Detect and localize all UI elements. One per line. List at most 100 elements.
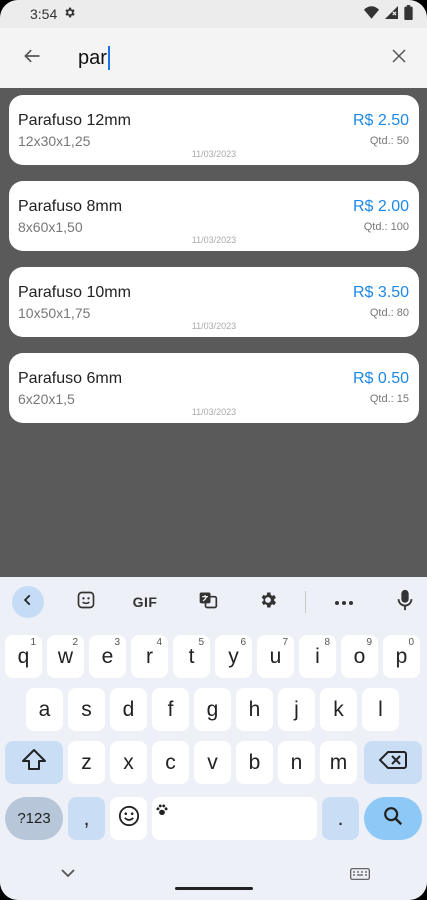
search-icon xyxy=(382,805,404,833)
product-name: Parafuso 8mm xyxy=(18,198,123,215)
chevron-down-icon xyxy=(60,866,76,883)
product-price: R$ 2.50 xyxy=(352,112,409,129)
emoji-key[interactable] xyxy=(110,797,147,840)
settings-gear-icon xyxy=(63,6,76,22)
shift-arrow-icon xyxy=(21,748,47,778)
keyboard-toolbar: GIF xyxy=(0,577,427,627)
keyboard-settings-button[interactable] xyxy=(252,586,284,618)
key-f[interactable]: f xyxy=(152,688,189,731)
toolbar-divider xyxy=(305,591,306,613)
product-quantity: Qtd.: 50 xyxy=(369,135,409,147)
back-button[interactable] xyxy=(0,28,64,88)
key-o[interactable]: o9 xyxy=(341,635,378,678)
sticker-icon xyxy=(76,590,96,615)
keyboard-switch-button[interactable] xyxy=(350,867,370,885)
key-a[interactable]: a xyxy=(26,688,63,731)
key-n[interactable]: n xyxy=(278,741,315,784)
product-date: 11/03/2023 xyxy=(191,321,237,331)
key-i[interactable]: i8 xyxy=(299,635,336,678)
status-bar: 3:54 xyxy=(0,0,427,28)
key-h[interactable]: h xyxy=(236,688,273,731)
key-u[interactable]: u7 xyxy=(257,635,294,678)
key-p[interactable]: p0 xyxy=(383,635,420,678)
product-spec: 12x30x1,25 xyxy=(18,133,91,149)
product-name: Parafuso 10mm xyxy=(18,284,131,301)
search-query-text: par xyxy=(78,46,107,69)
key-k[interactable]: k xyxy=(320,688,357,731)
soft-keyboard: GIF q1 w 2 e 3 r 4 t 5 y 6 u 7 i 8 o 9 p… xyxy=(0,577,427,900)
backspace-key[interactable] xyxy=(364,741,422,784)
key-s[interactable]: s xyxy=(68,688,105,731)
keyboard-collapse-button[interactable] xyxy=(12,586,44,618)
microphone-icon xyxy=(397,589,413,616)
gear-icon xyxy=(258,590,278,615)
key-y[interactable]: y6 xyxy=(215,635,252,678)
phone-screen: 3:54 par Parafuso 12mm 12x30x1,25 R$ 2.5… xyxy=(0,0,427,900)
product-spec: 6x20x1,5 xyxy=(18,391,75,407)
key-t[interactable]: t5 xyxy=(173,635,210,678)
product-price: R$ 2.00 xyxy=(352,198,409,215)
key-w[interactable]: w2 xyxy=(47,635,84,678)
emoji-icon xyxy=(118,805,140,833)
comma-key[interactable]: , xyxy=(68,797,105,840)
period-key[interactable]: . xyxy=(322,797,359,840)
product-name: Parafuso 12mm xyxy=(18,112,131,129)
product-spec: 10x50x1,75 xyxy=(18,305,91,321)
key-g[interactable]: g xyxy=(194,688,231,731)
backspace-icon xyxy=(379,750,407,776)
search-key[interactable] xyxy=(364,797,422,840)
symbols-key[interactable]: ?123 xyxy=(5,797,63,840)
translate-icon xyxy=(198,590,218,615)
key-x[interactable]: x xyxy=(110,741,147,784)
product-price: R$ 0.50 xyxy=(352,370,409,387)
shift-key[interactable] xyxy=(5,741,63,784)
key-m[interactable]: m xyxy=(320,741,357,784)
translate-button[interactable] xyxy=(192,586,224,618)
product-card[interactable]: Parafuso 12mm 12x30x1,25 R$ 2.50 Qtd.: 5… xyxy=(9,95,419,165)
text-cursor xyxy=(107,46,110,70)
navigation-bar xyxy=(0,852,427,900)
more-options-button[interactable] xyxy=(328,586,360,618)
clear-search-button[interactable] xyxy=(371,28,427,88)
search-input[interactable]: par xyxy=(64,46,371,70)
key-e[interactable]: e3 xyxy=(89,635,126,678)
key-b[interactable]: b xyxy=(236,741,273,784)
product-quantity: Qtd.: 100 xyxy=(363,221,409,233)
voice-input-button[interactable] xyxy=(390,586,420,618)
space-key[interactable] xyxy=(152,797,317,840)
signal-icon xyxy=(385,6,398,22)
product-date: 11/03/2023 xyxy=(191,235,237,245)
close-icon xyxy=(390,47,408,70)
key-c[interactable]: c xyxy=(152,741,189,784)
chevron-left-icon xyxy=(21,593,35,612)
product-card[interactable]: Parafuso 8mm 8x60x1,50 R$ 2.00 Qtd.: 100… xyxy=(9,181,419,251)
wifi-icon xyxy=(364,6,379,22)
product-quantity: Qtd.: 80 xyxy=(369,307,409,319)
product-date: 11/03/2023 xyxy=(191,407,237,417)
gif-button[interactable]: GIF xyxy=(125,586,165,618)
key-z[interactable]: z xyxy=(68,741,105,784)
product-spec: 8x60x1,50 xyxy=(18,219,83,235)
key-q[interactable]: q1 xyxy=(5,635,42,678)
key-r[interactable]: r4 xyxy=(131,635,168,678)
key-v[interactable]: v xyxy=(194,741,231,784)
sticker-button[interactable] xyxy=(70,586,102,618)
home-gesture-handle[interactable] xyxy=(175,887,253,890)
product-card[interactable]: Parafuso 6mm 6x20x1,5 R$ 0.50 Qtd.: 15 1… xyxy=(9,353,419,423)
key-l[interactable]: l xyxy=(362,688,399,731)
hide-keyboard-button[interactable] xyxy=(60,866,76,884)
product-name: Parafuso 6mm xyxy=(18,370,123,387)
more-horizontal-icon xyxy=(334,593,354,611)
status-time: 3:54 xyxy=(30,6,58,22)
product-price: R$ 3.50 xyxy=(352,284,409,301)
search-bar: par xyxy=(0,28,427,88)
product-card[interactable]: Parafuso 10mm 10x50x1,75 R$ 3.50 Qtd.: 8… xyxy=(9,267,419,337)
battery-icon xyxy=(404,5,413,23)
product-quantity: Qtd.: 15 xyxy=(369,393,409,405)
key-d[interactable]: d xyxy=(110,688,147,731)
product-date: 11/03/2023 xyxy=(191,149,237,159)
key-j[interactable]: j xyxy=(278,688,315,731)
paw-icon xyxy=(155,799,169,823)
keyboard-icon xyxy=(350,867,370,884)
arrow-back-icon xyxy=(22,46,42,71)
